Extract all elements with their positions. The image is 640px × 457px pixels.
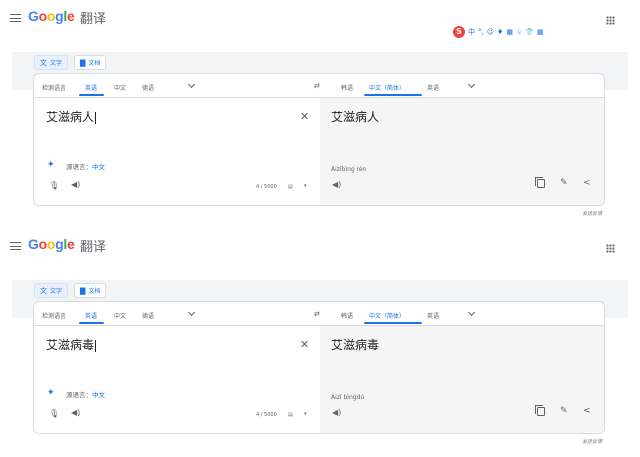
sparkle-icon: ✦ bbox=[47, 160, 55, 170]
chevron-down-icon[interactable] bbox=[187, 80, 196, 89]
chevron-down-icon[interactable]: ▾ bbox=[304, 183, 307, 189]
source-tab-underline bbox=[79, 94, 104, 96]
close-icon[interactable]: ✕ bbox=[300, 110, 309, 123]
char-count: 4 / 5000 bbox=[256, 184, 277, 190]
target-lang-tab[interactable]: 英语 bbox=[427, 83, 439, 92]
edit-icon[interactable]: ✎ bbox=[560, 406, 568, 416]
source-lang-tab[interactable]: 检测语言 bbox=[42, 311, 66, 320]
target-tab-underline bbox=[364, 322, 422, 324]
swap-icon[interactable]: ⇄ bbox=[314, 310, 320, 318]
source-lang-tab[interactable]: 中文 bbox=[114, 311, 126, 320]
source-lang-tab[interactable]: 英语 bbox=[85, 311, 97, 320]
translate-card: 检测语言 英语 中文 德语 ⇄ 韩语 中文（简体） 英语 艾滋病毒 ✕ ✦ 源语… bbox=[33, 301, 605, 434]
translation-text: 艾滋病人 bbox=[331, 110, 380, 124]
source-lang-tab[interactable]: 英语 bbox=[85, 83, 97, 92]
source-tab-underline bbox=[79, 322, 104, 324]
menu-icon[interactable] bbox=[10, 242, 21, 250]
translate-card: 检测语言 英语 中文 德语 ⇄ 韩语 中文（简体） 英语 艾滋病人 ✕ ✦ 源语… bbox=[33, 73, 605, 206]
mode-text-button[interactable]: 文文字 bbox=[34, 55, 69, 70]
speaker-icon[interactable]: ◀) bbox=[71, 180, 80, 189]
swap-icon[interactable]: ⇄ bbox=[314, 82, 320, 90]
target-pane: 艾滋病毒 Àizī bìngdú ◀) ✎ < bbox=[320, 326, 604, 433]
source-pane: 艾滋病人 ✕ ✦ 源语言：中文 🎙︎ ◀) 4 / 5000 ▤ ▾ bbox=[34, 98, 320, 205]
chevron-down-icon[interactable] bbox=[467, 80, 476, 89]
translate-panel: Google 翻译 文文字 ▇ 文档 检测语言 英语 中文 德语 ⇄ 韩语 中文（… bbox=[0, 228, 640, 456]
ime-item[interactable]: ☺ bbox=[487, 28, 494, 36]
google-logo[interactable]: Google bbox=[28, 236, 75, 252]
language-bar: 检测语言 英语 中文 德语 ⇄ 韩语 中文（简体） 英语 bbox=[34, 302, 604, 326]
ime-item[interactable]: 中 bbox=[468, 27, 475, 37]
product-name: 翻译 bbox=[80, 240, 107, 255]
target-lang-tab[interactable]: 韩语 bbox=[341, 311, 353, 320]
translation-text: 艾滋病毒 bbox=[331, 338, 380, 352]
speaker-icon[interactable]: ◀) bbox=[332, 408, 341, 417]
source-lang-tab[interactable]: 德语 bbox=[142, 83, 154, 92]
source-lang-tab[interactable]: 德语 bbox=[142, 311, 154, 320]
target-lang-tab[interactable]: 英语 bbox=[427, 311, 439, 320]
translate-panel: Google 翻译 文文字 ▇ 文档 检测语言 英语 中文 德语 ⇄ 韩语 中文（… bbox=[0, 0, 640, 228]
target-lang-tab[interactable]: 中文（简体） bbox=[369, 83, 405, 92]
target-pane: 艾滋病人 Àizībìng rén ◀) ✎ < bbox=[320, 98, 604, 205]
sparkle-icon: ✦ bbox=[47, 388, 55, 398]
pinyin-text: Àizībìng rén bbox=[331, 166, 367, 173]
source-lang-tab[interactable]: 检测语言 bbox=[42, 83, 66, 92]
mode-docs-button[interactable]: ▇ 文档 bbox=[74, 283, 107, 298]
copy-icon[interactable] bbox=[535, 405, 545, 416]
target-lang-tab[interactable]: 韩语 bbox=[341, 83, 353, 92]
send-feedback-link[interactable]: 发送反馈 bbox=[582, 438, 602, 445]
ime-item[interactable]: °, bbox=[478, 28, 484, 36]
text-caret bbox=[95, 339, 97, 352]
detected-language[interactable]: 源语言：中文 bbox=[66, 389, 105, 399]
detected-language[interactable]: 源语言：中文 bbox=[66, 161, 105, 171]
ime-item[interactable]: ♧ bbox=[516, 28, 522, 36]
google-logo[interactable]: Google bbox=[28, 8, 75, 24]
edit-icon[interactable]: ✎ bbox=[560, 178, 568, 188]
pinyin-text: Àizī bìngdú bbox=[331, 394, 365, 401]
translate-icon: 文 bbox=[40, 58, 47, 67]
target-lang-tab[interactable]: 中文（简体） bbox=[369, 311, 405, 320]
document-icon: ▇ bbox=[80, 58, 86, 67]
speaker-icon[interactable]: ◀) bbox=[71, 408, 80, 417]
mode-text-button[interactable]: 文文字 bbox=[34, 283, 69, 298]
source-textarea[interactable]: 艾滋病毒 bbox=[46, 336, 97, 353]
apps-icon[interactable] bbox=[606, 244, 615, 253]
source-textarea[interactable]: 艾滋病人 bbox=[46, 108, 97, 125]
share-icon[interactable]: < bbox=[583, 406, 591, 416]
ime-item[interactable]: ▦ bbox=[506, 28, 513, 36]
speaker-icon[interactable]: ◀) bbox=[332, 180, 341, 189]
source-pane: 艾滋病毒 ✕ ✦ 源语言：中文 🎙︎ ◀) 4 / 5000 ▤ ▾ bbox=[34, 326, 320, 433]
header: Google 翻译 bbox=[0, 228, 640, 268]
share-icon[interactable]: < bbox=[583, 178, 591, 188]
text-caret bbox=[95, 111, 97, 124]
keyboard-icon[interactable]: ▤ bbox=[288, 184, 293, 190]
send-feedback-link[interactable]: 发送反馈 bbox=[582, 210, 602, 217]
target-tab-underline bbox=[364, 94, 422, 96]
product-name: 翻译 bbox=[80, 12, 107, 27]
keyboard-icon[interactable]: ▤ bbox=[288, 412, 293, 418]
ime-logo-icon[interactable]: S bbox=[453, 25, 465, 38]
chevron-down-icon[interactable]: ▾ bbox=[304, 411, 307, 417]
document-icon: ▇ bbox=[80, 286, 86, 295]
close-icon[interactable]: ✕ bbox=[300, 338, 309, 351]
apps-icon[interactable] bbox=[606, 16, 615, 25]
mode-docs-button[interactable]: ▇ 文档 bbox=[74, 55, 107, 70]
language-bar: 检测语言 英语 中文 德语 ⇄ 韩语 中文（简体） 英语 bbox=[34, 74, 604, 98]
char-count: 4 / 5000 bbox=[256, 412, 277, 418]
mic-icon[interactable]: 🎙︎ bbox=[49, 409, 59, 418]
ime-item[interactable]: ♦ bbox=[497, 28, 503, 36]
chevron-down-icon[interactable] bbox=[187, 308, 196, 317]
ime-toolbar[interactable]: S 中 °, ☺ ♦ ▦ ♧ 👕 ▦ bbox=[453, 25, 544, 38]
menu-icon[interactable] bbox=[10, 14, 21, 22]
source-lang-tab[interactable]: 中文 bbox=[114, 83, 126, 92]
chevron-down-icon[interactable] bbox=[467, 308, 476, 317]
copy-icon[interactable] bbox=[535, 177, 545, 188]
ime-item[interactable]: ▦ bbox=[537, 28, 544, 36]
mic-icon[interactable]: 🎙︎ bbox=[49, 181, 59, 190]
translate-icon: 文 bbox=[40, 286, 47, 295]
header: Google 翻译 bbox=[0, 0, 640, 40]
ime-item[interactable]: 👕 bbox=[525, 28, 534, 36]
